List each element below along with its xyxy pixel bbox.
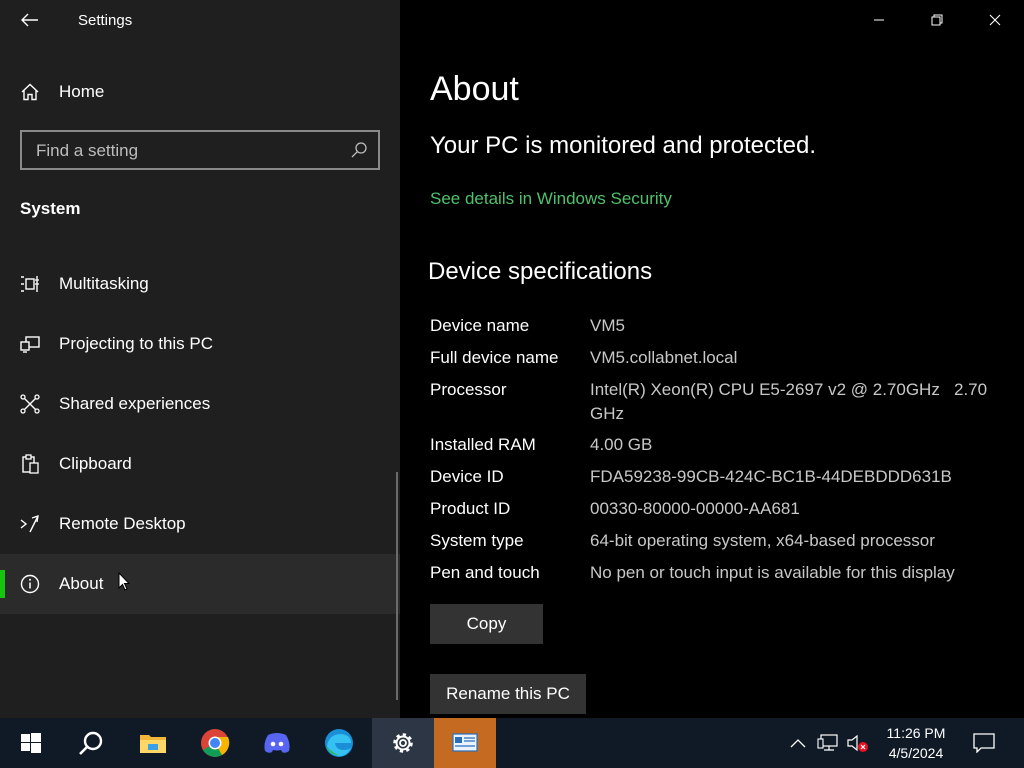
taskbar-system-info[interactable] (434, 718, 496, 768)
spec-value: 4.00 GB (590, 435, 653, 454)
sidebar-item-label: Remote Desktop (59, 514, 186, 533)
network-icon (817, 734, 838, 751)
spec-key: System type (430, 531, 524, 550)
spec-value: FDA59238-99CB-424C-BC1B-44DEBDDD631B (590, 467, 952, 486)
spec-key: Product ID (430, 499, 511, 518)
shared-experiences-icon (20, 394, 40, 414)
copy-button[interactable]: Copy (430, 604, 543, 644)
sidebar-scrollbar[interactable] (396, 472, 398, 700)
spec-value: 00330-80000-00000-AA681 (590, 499, 800, 518)
spec-value: No pen or touch input is available for t… (590, 563, 955, 582)
taskbar-clock[interactable]: 11:26 PM 4/5/2024 (874, 723, 958, 763)
action-center-button[interactable] (972, 731, 996, 755)
settings-icon (393, 733, 413, 753)
volume-muted-icon (847, 734, 868, 752)
search-icon (79, 731, 103, 755)
taskbar-settings[interactable] (372, 718, 434, 768)
start-button[interactable] (0, 718, 62, 768)
nav-home-label: Home (59, 82, 105, 101)
search-icon[interactable] (350, 141, 368, 159)
multitasking-icon (20, 274, 40, 294)
chrome-icon (201, 729, 230, 757)
clock-time: 11:26 PM (886, 725, 946, 741)
taskbar-edge[interactable] (308, 718, 370, 768)
taskbar: 11:26 PM 4/5/2024 (0, 718, 1024, 768)
clock-date: 4/5/2024 (888, 745, 944, 761)
taskbar-chrome[interactable] (184, 718, 246, 768)
discord-icon (264, 733, 290, 753)
sidebar-item-remote-desktop[interactable]: Remote Desktop (0, 494, 400, 554)
notification-icon (973, 733, 995, 753)
taskbar-discord[interactable] (246, 718, 308, 768)
taskbar-file-explorer[interactable] (122, 718, 184, 768)
spec-value: VM5 (590, 316, 625, 335)
remote-desktop-icon (20, 514, 40, 534)
spec-value: Intel(R) Xeon(R) CPU E5-2697 v2 @ 2.70GH… (590, 380, 992, 423)
sidebar-item-shared-experiences[interactable]: Shared experiences (0, 374, 400, 434)
show-hidden-icons-button[interactable] (786, 731, 810, 755)
sidebar-item-label: About (59, 574, 104, 593)
back-arrow-icon (21, 13, 38, 27)
spec-key: Device name (430, 316, 530, 335)
file-explorer-icon (140, 735, 166, 753)
spec-key: Full device name (430, 348, 559, 367)
settings-sidebar: Settings Home System Multitasking Projec… (0, 0, 400, 718)
sidebar-item-label: Multitasking (59, 274, 149, 293)
back-button[interactable] (16, 8, 44, 32)
spec-value: 64-bit operating system, x64-based proce… (590, 531, 935, 550)
spec-key: Device ID (430, 467, 504, 486)
spec-value: VM5.collabnet.local (590, 348, 738, 367)
close-button[interactable] (966, 0, 1024, 40)
search-box[interactable] (20, 130, 380, 170)
main-content: About Your PC is monitored and protected… (400, 0, 1024, 718)
spec-key: Processor (430, 380, 507, 399)
page-title: About (430, 70, 519, 108)
system-info-icon (452, 733, 478, 752)
projecting-icon (20, 334, 40, 354)
restore-icon (931, 14, 943, 26)
spec-key: Pen and touch (430, 563, 540, 582)
info-icon (20, 574, 40, 594)
sidebar-item-multitasking[interactable]: Multitasking (0, 254, 400, 314)
taskbar-search-button[interactable] (60, 718, 122, 768)
sidebar-item-projecting[interactable]: Projecting to this PC (0, 314, 400, 374)
window-controls (850, 0, 1024, 40)
app-title: Settings (78, 12, 133, 29)
restore-button[interactable] (908, 0, 966, 40)
network-tray-button[interactable] (816, 731, 840, 755)
search-input[interactable] (36, 140, 336, 162)
mouse-cursor-icon (118, 572, 130, 591)
title-bar: Settings (0, 0, 400, 40)
close-icon (989, 14, 1001, 26)
sidebar-item-label: Clipboard (59, 454, 132, 473)
minimize-icon (874, 19, 884, 21)
specs-heading: Device specifications (428, 258, 653, 285)
edge-icon (325, 729, 353, 757)
clipboard-icon (20, 454, 40, 474)
volume-tray-button[interactable] (846, 731, 870, 755)
sidebar-item-about[interactable]: About (0, 554, 400, 614)
nav-home[interactable]: Home (0, 72, 400, 112)
chevron-up-icon (790, 739, 806, 748)
windows-security-link[interactable]: See details in Windows Security (430, 189, 672, 209)
protection-status: Your PC is monitored and protected. (430, 132, 817, 159)
selection-indicator (0, 570, 5, 598)
section-heading: System (20, 199, 81, 218)
home-icon (20, 82, 40, 102)
sidebar-item-label: Shared experiences (59, 394, 211, 413)
rename-pc-button[interactable]: Rename this PC (430, 674, 586, 714)
sidebar-item-label: Projecting to this PC (59, 334, 214, 353)
spec-key: Installed RAM (430, 435, 536, 454)
start-icon (21, 733, 41, 753)
sidebar-item-clipboard[interactable]: Clipboard (0, 434, 400, 494)
minimize-button[interactable] (850, 0, 908, 40)
